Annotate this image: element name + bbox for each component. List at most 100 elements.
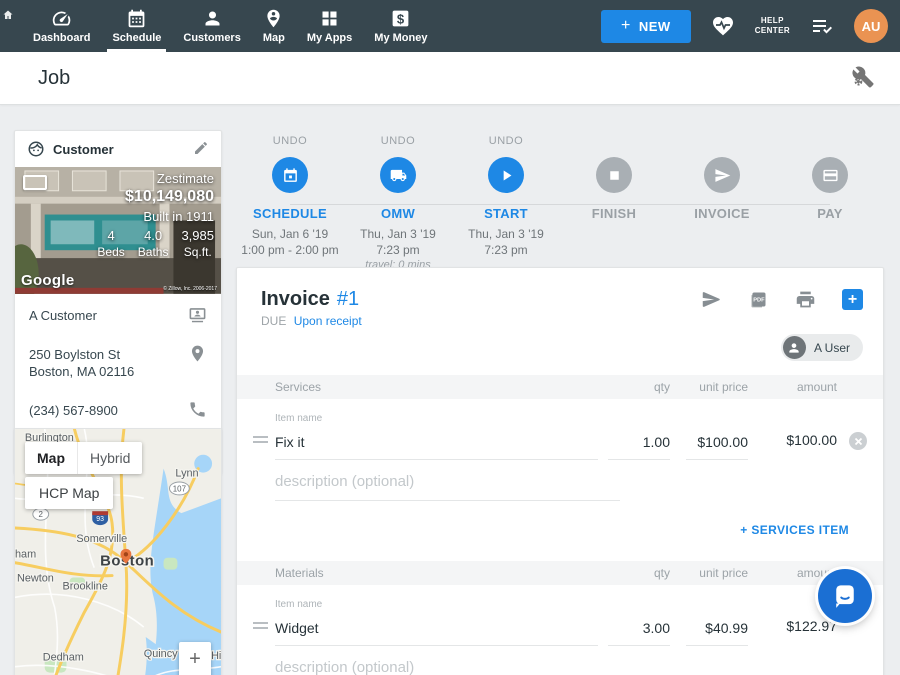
map-widget: Burlington Lynn Somerville Boston Newton… <box>14 428 222 675</box>
heart-pulse-icon <box>711 14 735 38</box>
step-time: 7:23 pm <box>376 242 419 258</box>
svg-text:107: 107 <box>173 484 186 493</box>
nav-item-map[interactable]: Map <box>252 0 296 52</box>
timeline-step-schedule: UNDO SCHEDULE Sun, Jan 6 '19 1:00 pm - 2… <box>236 135 344 273</box>
undo-link[interactable]: UNDO <box>489 135 523 149</box>
address-line1: 250 Boylston St <box>29 347 120 362</box>
line-amount: $100.00 <box>764 432 837 460</box>
assigned-user-chip[interactable]: A User <box>781 334 863 361</box>
invoice-title: Invoice <box>261 288 330 311</box>
send-icon <box>701 289 722 310</box>
grid-icon <box>319 8 340 29</box>
qty-input[interactable] <box>608 431 670 460</box>
start-step-button[interactable] <box>488 157 524 193</box>
due-terms-link[interactable]: Upon receipt <box>294 314 362 328</box>
route-shield-107: 107 <box>169 482 189 495</box>
stop-icon <box>606 167 623 184</box>
nav-label: Dashboard <box>33 32 90 44</box>
unit-price-input[interactable] <box>686 617 748 646</box>
route-shield-93: 93 <box>92 511 108 525</box>
map-pin-icon[interactable] <box>188 344 207 363</box>
omw-step-button[interactable] <box>380 157 416 193</box>
job-settings-button[interactable] <box>852 66 874 91</box>
help-center-line2: CENTER <box>755 26 790 36</box>
description-input[interactable] <box>275 470 620 501</box>
person-pin-icon <box>263 8 284 29</box>
undo-link[interactable]: UNDO <box>273 135 307 149</box>
sqft-value: 3,985 <box>181 228 214 243</box>
nav-label: Map <box>263 32 285 44</box>
help-center-link[interactable]: HELP CENTER <box>755 16 790 36</box>
zestimate-label: Zestimate <box>97 171 214 186</box>
built-year: Built in 1911 <box>97 209 214 224</box>
calendar-icon <box>126 8 147 29</box>
map-type-hybrid-button[interactable]: Hybrid <box>77 442 142 474</box>
svg-text:PDF: PDF <box>753 298 765 304</box>
material-description-row <box>237 646 883 675</box>
health-button[interactable] <box>711 14 735 38</box>
nav-item-customers[interactable]: Customers <box>172 0 251 52</box>
credit-card-icon <box>822 167 839 184</box>
chat-bubble-button[interactable] <box>818 569 872 623</box>
phone-icon[interactable] <box>188 400 207 419</box>
schedule-step-button[interactable] <box>272 157 308 193</box>
wrench-gear-icon <box>852 66 874 88</box>
nav-item-schedule[interactable]: Schedule <box>101 0 172 52</box>
zoom-in-button[interactable]: + <box>179 642 211 675</box>
baths-value: 4.0 <box>138 228 169 243</box>
add-invoice-button[interactable]: + <box>842 289 863 310</box>
qty-input[interactable] <box>608 617 670 646</box>
map-type-map-button[interactable]: Map <box>25 442 77 474</box>
nav-label: My Money <box>374 32 427 44</box>
person-icon <box>787 341 801 355</box>
delete-item-button[interactable] <box>849 432 867 450</box>
item-name-input[interactable] <box>275 617 598 646</box>
beds-label: Beds <box>97 245 124 259</box>
step-date: Thu, Jan 3 '19 <box>468 226 544 242</box>
user-avatar[interactable]: AU <box>854 9 888 43</box>
description-input[interactable] <box>275 656 620 675</box>
add-services-item-link[interactable]: + SERVICES ITEM <box>740 523 849 537</box>
nav-item-dashboard[interactable]: Dashboard <box>22 0 101 52</box>
step-label: INVOICE <box>694 206 750 221</box>
hcp-map-button[interactable]: HCP Map <box>25 477 113 509</box>
unit-price-header: unit price <box>686 566 748 580</box>
zestimate-price: $10,149,080 <box>97 188 214 206</box>
invoice-card: Invoice #1 PDF + <box>236 267 884 675</box>
item-name-input[interactable] <box>275 431 598 460</box>
qty-header: qty <box>608 566 670 580</box>
qty-header: qty <box>608 380 670 394</box>
page-title: Job <box>38 67 70 90</box>
drag-handle[interactable] <box>253 619 275 646</box>
print-button[interactable] <box>795 289 816 310</box>
svg-text:93: 93 <box>96 516 104 523</box>
pencil-icon <box>193 140 209 156</box>
map-label-newton: Newton <box>17 573 54 585</box>
finish-step-button[interactable] <box>596 157 632 193</box>
nav-item-my-apps[interactable]: My Apps <box>296 0 363 52</box>
unit-price-header: unit price <box>686 380 748 394</box>
map-label-brookline: Brookline <box>63 580 108 592</box>
item-name-label: Item name <box>275 599 598 610</box>
edit-customer-button[interactable] <box>193 140 209 159</box>
undo-link[interactable]: UNDO <box>381 135 415 149</box>
nav-item-my-money[interactable]: $ My Money <box>363 0 438 52</box>
send-invoice-button[interactable] <box>701 289 722 310</box>
invoice-step-button[interactable] <box>704 157 740 193</box>
drag-handle[interactable] <box>253 433 275 460</box>
amount-header: amount <box>764 380 837 394</box>
unit-price-input[interactable] <box>686 431 748 460</box>
new-button[interactable]: + NEW <box>601 10 691 43</box>
timeline-step-omw: UNDO OMW Thu, Jan 3 '19 7:23 pm travel: … <box>344 135 452 273</box>
pdf-button[interactable]: PDF <box>748 289 769 310</box>
timeline-step-pay: PAY <box>776 135 884 273</box>
speedometer-icon <box>51 8 72 29</box>
map-label-ham: ham <box>15 549 36 561</box>
customer-address: 250 Boylston St Boston, MA 02116 <box>29 344 180 380</box>
contact-card-icon[interactable] <box>188 305 207 324</box>
step-time: 7:23 pm <box>484 242 527 258</box>
street-view-icon[interactable] <box>23 175 47 190</box>
pay-step-button[interactable] <box>812 157 848 193</box>
checklist-button[interactable] <box>810 14 834 38</box>
timeline-step-invoice: INVOICE <box>668 135 776 273</box>
